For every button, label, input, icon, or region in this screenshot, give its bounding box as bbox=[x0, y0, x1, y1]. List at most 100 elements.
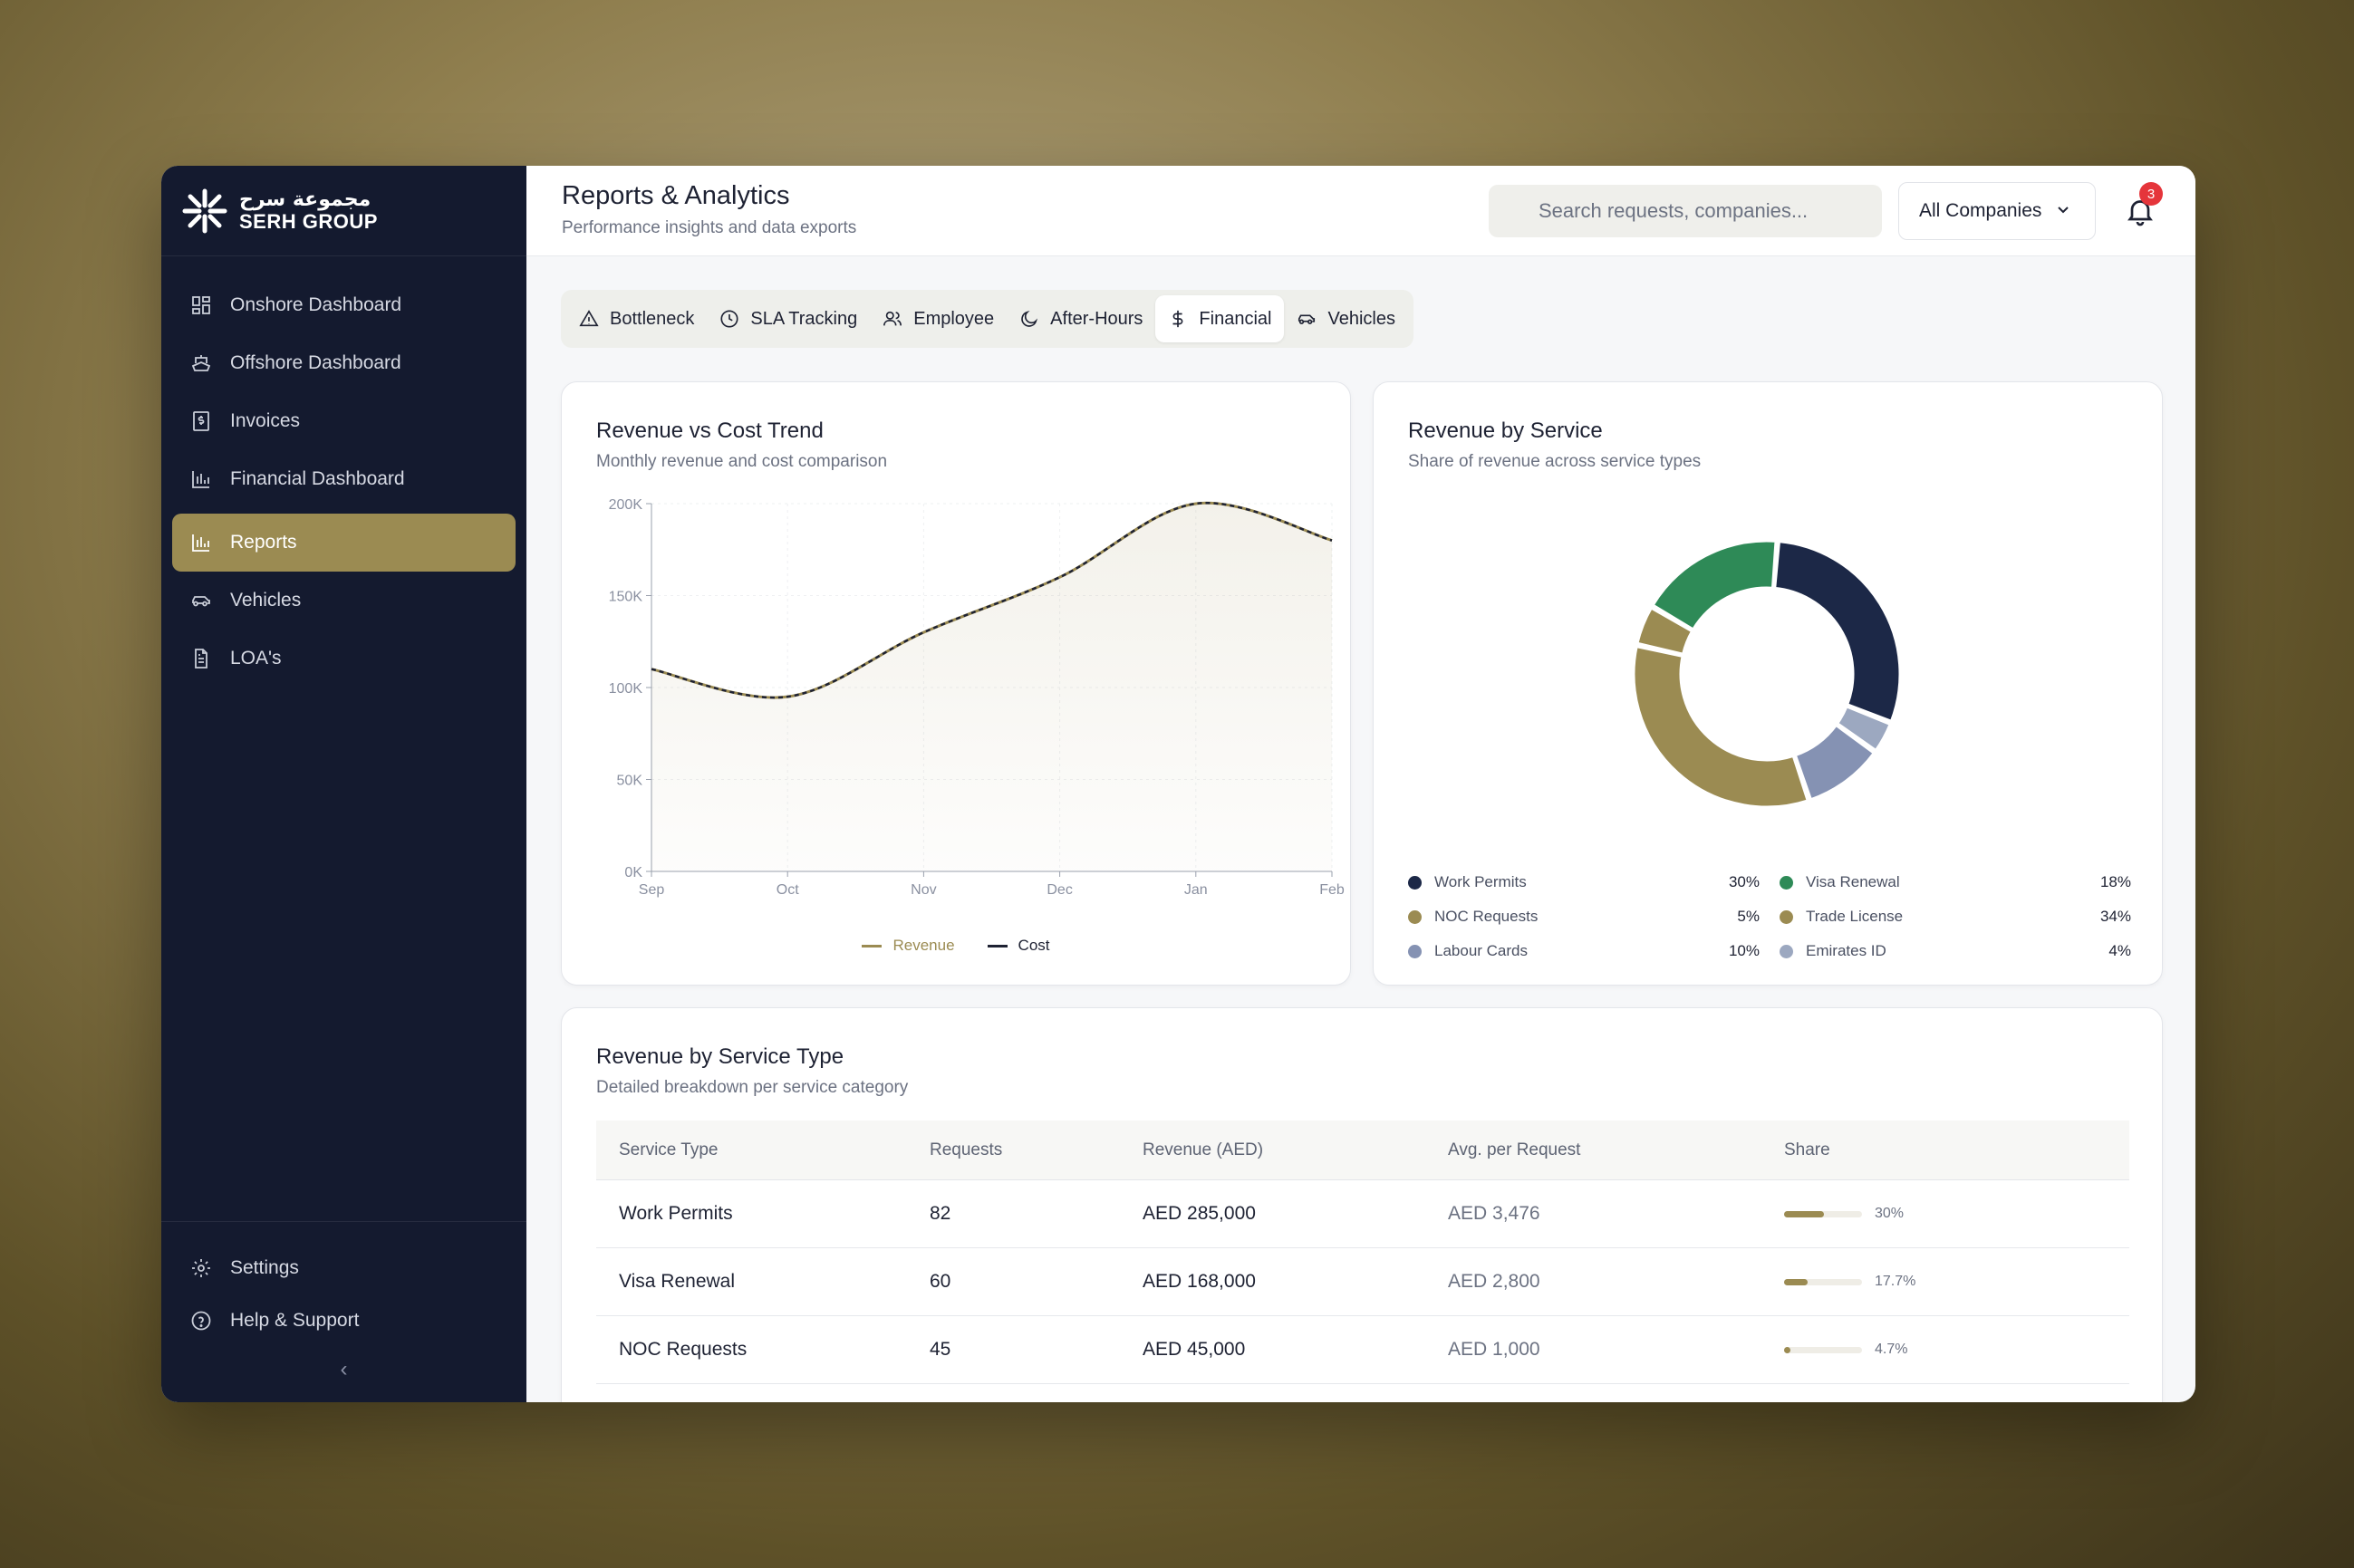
chevron-down-icon bbox=[2056, 200, 2070, 222]
tab-vehicles[interactable]: Vehicles bbox=[1284, 295, 1408, 342]
tab-bottleneck[interactable]: Bottleneck bbox=[566, 295, 707, 342]
legend-value: 30% bbox=[1728, 873, 1760, 890]
sidebar-item-help[interactable]: Help & Support bbox=[172, 1294, 516, 1347]
search-input[interactable]: Search requests, companies... bbox=[1489, 185, 1882, 237]
tab-after-hours[interactable]: After-Hours bbox=[1007, 295, 1155, 342]
moon-icon bbox=[1019, 308, 1041, 330]
y-tick-label: 100K bbox=[609, 681, 643, 697]
legend-label: Cost bbox=[1018, 937, 1050, 954]
sidebar-item-onshore-dashboard[interactable]: Onshore Dashboard bbox=[172, 276, 516, 334]
grid-icon bbox=[188, 293, 214, 318]
tab-label: Bottleneck bbox=[610, 308, 695, 329]
revenue-cost-line-chart: 0K 50K 100K 150K 200K Sep Oct Nov Dec Jan Feb bbox=[609, 497, 1345, 898]
legend-item-emirates-id: Emirates ID 4% bbox=[1780, 934, 2131, 968]
table-row[interactable]: Work Permits 82 AED 285,000 AED 3,476 30… bbox=[596, 1180, 2129, 1248]
y-tick-label: 50K bbox=[617, 774, 643, 789]
cell-revenue: AED 285,000 bbox=[1143, 1203, 1256, 1224]
tab-label: Employee bbox=[913, 308, 995, 329]
column-header[interactable]: Avg. per Request bbox=[1448, 1140, 1784, 1160]
collapse-sidebar-button[interactable]: ‹ bbox=[161, 1357, 526, 1382]
sidebar-item-label: Reports bbox=[230, 532, 297, 553]
sidebar-item-label: Onshore Dashboard bbox=[230, 294, 402, 315]
sidebar-item-label: LOA's bbox=[230, 648, 282, 669]
sidebar-item-offshore-dashboard[interactable]: Offshore Dashboard bbox=[172, 334, 516, 392]
sidebar-item-invoices[interactable]: Invoices bbox=[172, 392, 516, 450]
gear-icon bbox=[188, 1255, 214, 1281]
cell-avg: AED 3,476 bbox=[1448, 1203, 1540, 1224]
tab-sla-tracking[interactable]: SLA Tracking bbox=[707, 295, 870, 342]
tab-employee[interactable]: Employee bbox=[870, 295, 1007, 342]
sidebar-item-loas[interactable]: LOA's bbox=[172, 630, 516, 688]
table-row[interactable]: NOC Requests 45 AED 45,000 AED 1,000 4.7… bbox=[596, 1316, 2129, 1384]
sidebar-item-label: Offshore Dashboard bbox=[230, 352, 401, 373]
users-icon bbox=[883, 308, 904, 330]
revenue-table: Service Type Requests Revenue (AED) Avg.… bbox=[596, 1121, 2129, 1384]
revenue-by-service-card: Revenue by Service Share of revenue acro… bbox=[1373, 381, 2163, 986]
report-tabs: Bottleneck SLA Tracking Employee After-H… bbox=[561, 290, 1413, 348]
legend-item-noc-requests: NOC Requests 5% bbox=[1408, 899, 1760, 934]
revenue-cost-trend-card: Revenue vs Cost Trend Monthly revenue an… bbox=[561, 381, 1351, 986]
page-title: Reports & Analytics bbox=[562, 181, 790, 210]
legend-item-cost[interactable]: Cost bbox=[987, 937, 1050, 955]
cell-revenue: AED 45,000 bbox=[1143, 1339, 1246, 1360]
column-header[interactable]: Service Type bbox=[596, 1140, 930, 1160]
cell-avg: AED 1,000 bbox=[1448, 1339, 1540, 1360]
share-bar-fill bbox=[1784, 1210, 1824, 1217]
warning-icon bbox=[579, 308, 601, 330]
sidebar-item-vehicles[interactable]: Vehicles bbox=[172, 572, 516, 630]
share-bar-fill bbox=[1784, 1346, 1790, 1353]
tab-label: Vehicles bbox=[1327, 308, 1395, 329]
sidebar-item-label: Invoices bbox=[230, 410, 301, 431]
sidebar-item-label: Financial Dashboard bbox=[230, 468, 405, 489]
legend-item-revenue[interactable]: Revenue bbox=[862, 937, 955, 955]
company-select[interactable]: All Companies bbox=[1898, 182, 2096, 240]
column-header[interactable]: Revenue (AED) bbox=[1143, 1140, 1448, 1160]
topbar: Reports & Analytics Performance insights… bbox=[526, 166, 2195, 256]
legend-label: Revenue bbox=[892, 937, 955, 954]
company-select-value: All Companies bbox=[1919, 200, 2042, 221]
legend-value: 10% bbox=[1728, 942, 1760, 959]
tab-financial[interactable]: Financial bbox=[1155, 295, 1285, 342]
share-percent: 30% bbox=[1875, 1206, 1905, 1221]
tab-label: Financial bbox=[1199, 308, 1272, 329]
x-tick-label: Jan bbox=[1184, 882, 1208, 898]
notification-count-badge: 3 bbox=[2139, 182, 2163, 206]
sidebar-item-financial-dashboard[interactable]: Financial Dashboard bbox=[172, 450, 516, 508]
legend-value: 4% bbox=[2108, 942, 2131, 959]
cell-service: NOC Requests bbox=[619, 1339, 748, 1360]
legend-value: 18% bbox=[2099, 873, 2131, 890]
sidebar-item-settings[interactable]: Settings bbox=[172, 1242, 516, 1294]
y-tick-label: 0K bbox=[624, 865, 642, 880]
share-bar bbox=[1784, 1210, 1862, 1217]
brand[interactable]: مجموعة سرح SERH GROUP bbox=[161, 166, 526, 256]
bar-chart-icon bbox=[188, 467, 214, 492]
cell-revenue: AED 168,000 bbox=[1143, 1271, 1256, 1292]
legend-label: Emirates ID bbox=[1806, 942, 1886, 959]
share-percent: 4.7% bbox=[1875, 1342, 1908, 1357]
bar-chart-icon bbox=[188, 530, 214, 555]
y-tick-label: 200K bbox=[609, 497, 643, 513]
dollar-icon bbox=[1168, 308, 1190, 330]
line-chart-legend: Revenue Cost bbox=[562, 937, 1350, 955]
table-row[interactable]: Visa Renewal 60 AED 168,000 AED 2,800 17… bbox=[596, 1248, 2129, 1316]
legend-value: 34% bbox=[2099, 908, 2131, 925]
sidebar-footer: Settings Help & Support ‹ bbox=[161, 1221, 526, 1402]
legend-item-work-permits: Work Permits 30% bbox=[1408, 865, 1760, 899]
x-tick-label: Oct bbox=[777, 882, 799, 898]
help-icon bbox=[188, 1308, 214, 1333]
cell-share: 30% bbox=[1784, 1206, 2129, 1222]
column-header[interactable]: Requests bbox=[930, 1140, 1143, 1160]
table-header: Service Type Requests Revenue (AED) Avg.… bbox=[596, 1121, 2129, 1180]
brand-arabic: مجموعة سرح bbox=[239, 188, 371, 211]
brand-logo-icon bbox=[182, 188, 227, 233]
brand-english: SERH GROUP bbox=[239, 209, 378, 233]
share-bar bbox=[1784, 1346, 1862, 1353]
sidebar-item-reports[interactable]: Reports bbox=[172, 514, 516, 572]
legend-item-visa-renewal: Visa Renewal 18% bbox=[1780, 865, 2131, 899]
share-bar bbox=[1784, 1278, 1862, 1285]
column-header[interactable]: Share bbox=[1784, 1140, 2129, 1160]
sidebar-item-label: Settings bbox=[230, 1257, 299, 1278]
sidebar: مجموعة سرح SERH GROUP Onshore Dashboard … bbox=[161, 166, 526, 1402]
card-subtitle: Detailed breakdown per service category bbox=[596, 1078, 909, 1097]
legend-item-trade-license: Trade License 34% bbox=[1780, 899, 2131, 934]
